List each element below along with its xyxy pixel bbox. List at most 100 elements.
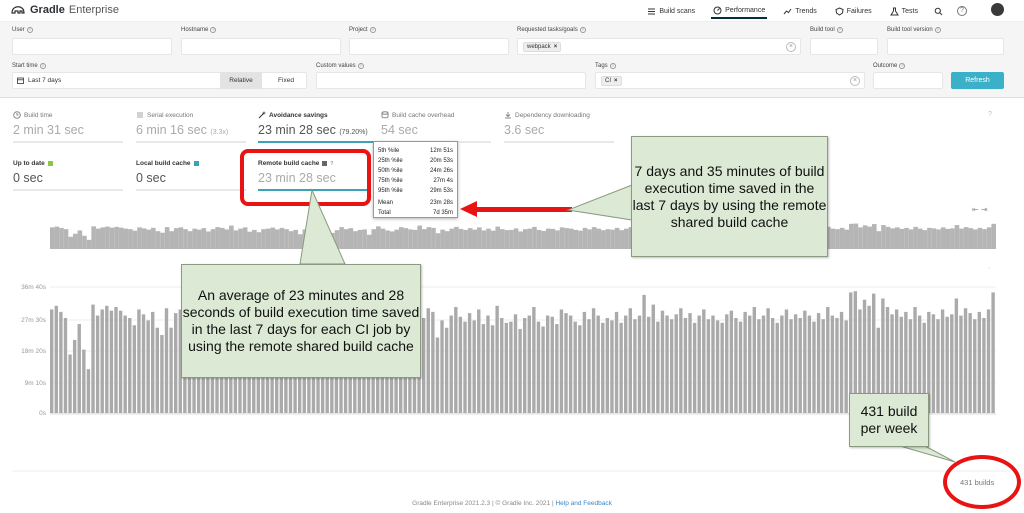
overview-bar <box>876 231 882 249</box>
highlight-arrow-head <box>460 201 477 217</box>
overview-bar <box>151 227 156 249</box>
relative-toggle[interactable]: Relative <box>220 72 262 89</box>
chart-bar <box>523 317 527 413</box>
metric-underline <box>13 189 123 191</box>
chart-bar <box>674 314 678 413</box>
overview-bar <box>605 229 611 249</box>
chart-bar <box>114 307 118 413</box>
start-time-input[interactable]: Last 7 days <box>12 72 307 89</box>
chart-bar <box>421 317 426 413</box>
chart-bar <box>789 319 793 413</box>
chart-bar <box>444 327 449 413</box>
overview-bar <box>844 229 850 249</box>
overview-bar <box>454 226 459 249</box>
metric-up-to-date[interactable]: Up to date 0 sec <box>13 160 123 191</box>
overview-bar <box>389 231 395 249</box>
overview-bar <box>330 232 335 249</box>
chart-bar <box>830 315 835 413</box>
overview-bar <box>959 228 964 249</box>
filter-label-tags: Tags? <box>595 63 616 69</box>
overview-bar <box>904 227 909 249</box>
nav-trends[interactable]: Trends <box>781 3 819 19</box>
chart-bar <box>844 320 848 413</box>
search-icon[interactable] <box>934 7 943 16</box>
metric-value: 0 sec <box>136 171 166 185</box>
chart-bar <box>633 319 637 413</box>
nav-failures[interactable]: Failures <box>833 3 874 19</box>
hostname-input[interactable] <box>181 38 341 55</box>
overview-bar <box>532 226 537 249</box>
overview-bar <box>192 228 197 249</box>
overview-bar <box>343 229 349 249</box>
avatar[interactable] <box>991 3 1004 16</box>
overview-bar <box>477 227 482 249</box>
overview-bar <box>587 229 592 249</box>
help-icon: ? <box>836 27 843 33</box>
tooltip-row: 25th %ile 20m 53s <box>378 158 453 164</box>
metric-serial-execution[interactable]: Serial execution 6 min 16 sec (3.3x) <box>136 111 246 143</box>
overview-bar <box>977 227 983 249</box>
metric-local-build-cache[interactable]: Local build cache 0 sec <box>136 160 246 191</box>
info-icon[interactable]: ? <box>988 111 992 118</box>
requested-tasks-input[interactable]: webpack × × <box>517 38 801 55</box>
metric-value: 0 sec <box>13 171 43 185</box>
remove-chip-icon[interactable]: × <box>554 44 558 50</box>
nav-tests[interactable]: Tests <box>888 3 920 19</box>
chart-bar <box>95 315 100 413</box>
chart-bar <box>169 327 173 413</box>
metric-build-cache-overhead[interactable]: Build cache overhead 54 sec <box>381 111 491 143</box>
logo[interactable]: Gradle Enterprise <box>10 4 119 16</box>
clear-icon[interactable]: × <box>786 42 796 52</box>
metric-dependency-downloading[interactable]: Dependency downloading 3.6 sec <box>504 111 614 143</box>
overview-bar <box>95 228 101 249</box>
help-icon[interactable]: ? <box>957 6 967 16</box>
chart-bar <box>702 309 706 413</box>
gauge-icon <box>713 6 722 14</box>
overview-bar <box>444 231 450 249</box>
user-input[interactable] <box>12 38 172 55</box>
overview-bar <box>936 229 941 249</box>
overview-bar <box>885 226 891 249</box>
overview-bar <box>320 228 326 249</box>
overview-bar <box>100 227 106 249</box>
metric-avoidance-savings[interactable]: Avoidance savings 23 min 28 sec (79.20%) <box>258 111 373 143</box>
chart-bar <box>72 339 77 413</box>
overview-bar <box>288 231 294 249</box>
fixed-toggle[interactable]: Fixed <box>265 72 307 89</box>
help-icon: ? <box>39 63 46 69</box>
chart-bar <box>495 305 499 413</box>
footer: Gradle Enterprise 2021.2.3 | © Gradle In… <box>0 500 1024 507</box>
build-tool-select[interactable] <box>810 38 878 55</box>
tags-input[interactable]: CI × × <box>595 72 865 89</box>
chart-bar <box>128 317 132 413</box>
chart-bar <box>59 311 63 413</box>
refresh-button[interactable]: Refresh <box>951 72 1004 89</box>
collapse-arrows-icon[interactable]: ⇤ ⇥ <box>972 205 988 214</box>
clear-icon[interactable]: × <box>850 76 860 86</box>
custom-values-input[interactable] <box>316 72 586 89</box>
outcome-select[interactable] <box>873 72 943 89</box>
help-icon: ? <box>579 27 586 33</box>
overview-bar <box>867 226 873 249</box>
overview-bar <box>224 229 230 249</box>
overview-bar <box>334 230 340 249</box>
chart-bar <box>610 320 614 413</box>
nav-build-scans[interactable]: Build scans <box>645 3 697 19</box>
filter-panel: User? Hostname? Project? Requested tasks… <box>0 22 1024 98</box>
overview-bar <box>91 226 96 249</box>
overview-bar <box>991 223 996 249</box>
overview-bar <box>504 230 510 249</box>
remove-chip-icon[interactable]: × <box>614 78 618 84</box>
project-input[interactable] <box>349 38 509 55</box>
help-feedback-link[interactable]: Help and Feedback <box>555 500 611 507</box>
chart-handle-icon[interactable]: · <box>988 265 990 272</box>
chart-bar <box>738 321 743 413</box>
overview-bar <box>472 229 478 249</box>
tag-chip: CI × <box>601 75 622 86</box>
overview-bar <box>348 228 354 249</box>
metric-build-time[interactable]: Build time 2 min 31 sec <box>13 111 123 143</box>
build-tool-version-input[interactable] <box>887 38 1004 55</box>
nav-label: Build scans <box>659 7 696 15</box>
nav-performance[interactable]: Performance <box>711 3 768 19</box>
chart-bar <box>146 320 150 413</box>
